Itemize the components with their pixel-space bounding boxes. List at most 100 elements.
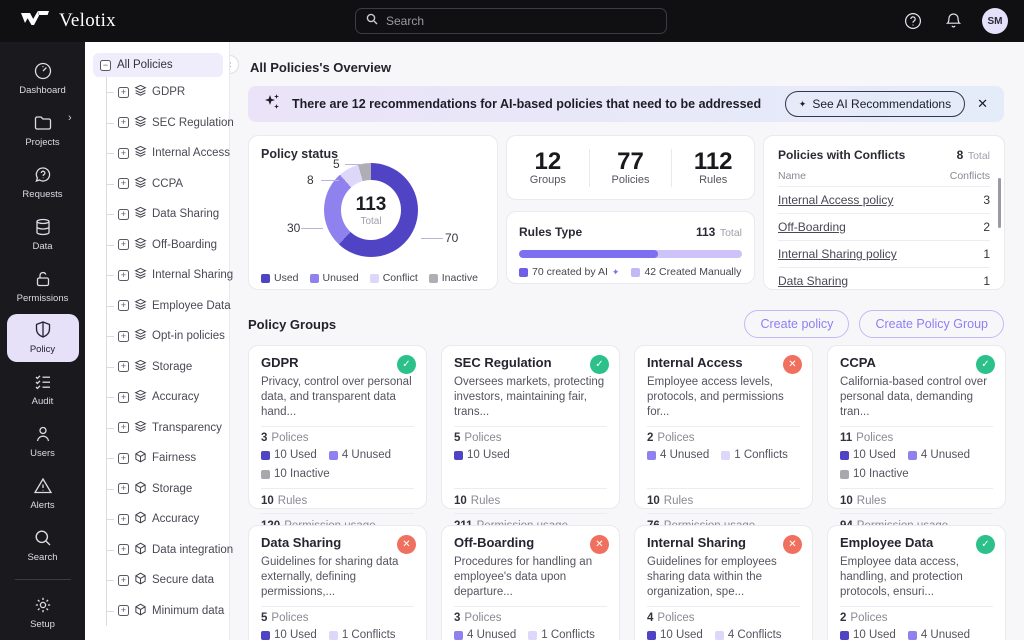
- expand-box-icon[interactable]: +: [118, 239, 129, 250]
- tree-item-gdpr[interactable]: +GDPR: [107, 77, 223, 108]
- tree-item-secure-data[interactable]: +Secure data: [107, 565, 223, 596]
- donut-label-inactive: 5: [333, 157, 340, 171]
- status-chip: 4 Unused: [329, 449, 391, 461]
- expand-box-icon[interactable]: +: [118, 605, 129, 616]
- create-policy-button[interactable]: Create policy: [744, 310, 849, 338]
- expand-box-icon[interactable]: +: [118, 300, 129, 311]
- tree-item-off-boarding[interactable]: +Off-Boarding: [107, 230, 223, 261]
- collapse-box-icon[interactable]: −: [100, 60, 111, 71]
- expand-box-icon[interactable]: +: [118, 392, 129, 403]
- expand-box-icon[interactable]: +: [118, 117, 129, 128]
- rail-item-permissions[interactable]: Permissions: [7, 262, 79, 311]
- chips-block: 4 Unused1 Conflicts: [454, 626, 607, 640]
- expand-box-icon[interactable]: +: [118, 178, 129, 189]
- tree-item-data-integration[interactable]: +Data integration: [107, 535, 223, 566]
- status-error-x-icon: [783, 535, 802, 554]
- policy-group-card-internal-access[interactable]: Internal AccessEmployee access levels, p…: [634, 345, 813, 509]
- expand-box-icon[interactable]: +: [118, 453, 129, 464]
- tree-item-internal-sharing[interactable]: +Internal Sharing: [107, 260, 223, 291]
- user-avatar[interactable]: SM: [982, 8, 1008, 34]
- tree-item-opt-in-policies[interactable]: +Opt-in policies: [107, 321, 223, 352]
- expand-box-icon[interactable]: +: [118, 361, 129, 372]
- rules-row: 10Rules: [840, 489, 993, 514]
- tree-root-all-policies[interactable]: − All Policies: [93, 53, 223, 77]
- policy-group-card-ccpa[interactable]: CCPACalifornia-based control over person…: [827, 345, 1006, 509]
- global-search[interactable]: [355, 8, 667, 34]
- see-ai-recommendations-button[interactable]: ✦ See AI Recommendations: [785, 91, 965, 117]
- tree-item-minimum-data[interactable]: +Minimum data: [107, 596, 223, 627]
- conflicts-title: Policies with Conflicts: [778, 148, 905, 162]
- expand-box-icon[interactable]: +: [118, 148, 129, 159]
- rules-type-title: Rules Type: [519, 225, 582, 239]
- expand-box-icon[interactable]: +: [118, 422, 129, 433]
- expand-box-icon[interactable]: +: [118, 270, 129, 281]
- rail-item-search[interactable]: Search: [7, 521, 79, 570]
- chips-block: 10 Used4 Unused10 Inactive: [261, 446, 414, 489]
- rail-item-requests[interactable]: Requests: [7, 158, 79, 207]
- rail-item-data[interactable]: Data: [7, 210, 79, 259]
- policy-status-donut-chart: 113 Total 5 8 30 70: [261, 164, 485, 266]
- rail-item-policy[interactable]: Policy: [7, 314, 79, 363]
- expand-box-icon[interactable]: +: [118, 87, 129, 98]
- layers-icon: [134, 420, 147, 436]
- tree-item-employee-data[interactable]: +Employee Data: [107, 291, 223, 322]
- tree-item-transparency[interactable]: +Transparency: [107, 413, 223, 444]
- status-ok-check-icon: [590, 355, 609, 374]
- donut-label-used: 70: [445, 231, 458, 245]
- expand-box-icon[interactable]: +: [118, 483, 129, 494]
- layers-icon: [134, 206, 147, 222]
- policy-group-card-employee-data[interactable]: Employee DataEmployee data access, handl…: [827, 525, 1006, 640]
- policy-group-card-off-boarding[interactable]: Off-BoardingProcedures for handling an e…: [441, 525, 620, 640]
- card-title: CCPA: [840, 355, 993, 370]
- search-input[interactable]: [386, 14, 656, 28]
- tree-item-sec-regulation[interactable]: +SEC Regulation: [107, 108, 223, 139]
- expand-box-icon[interactable]: +: [118, 544, 129, 555]
- conflict-policy-link[interactable]: Data Sharing: [778, 274, 848, 288]
- expand-box-icon[interactable]: +: [118, 209, 129, 220]
- rules-type-bar-chart: [519, 250, 742, 258]
- tree-item-storage[interactable]: +Storage: [107, 474, 223, 505]
- tree-item-data-sharing[interactable]: +Data Sharing: [107, 199, 223, 230]
- chips-block: 4 Unused1 Conflicts: [647, 446, 800, 489]
- brand[interactable]: Velotix: [0, 10, 116, 32]
- rail-item-audit[interactable]: Audit: [7, 365, 79, 414]
- polices-row: 5Polices: [261, 607, 414, 626]
- status-chip: 4 Unused: [908, 449, 970, 461]
- rail-item-setup[interactable]: Setup: [7, 588, 79, 637]
- policy-group-card-gdpr[interactable]: GDPRPrivacy, control over personal data,…: [248, 345, 427, 509]
- tree-item-internal-access[interactable]: +Internal Access: [107, 138, 223, 169]
- create-policy-group-button[interactable]: Create Policy Group: [859, 310, 1004, 338]
- polices-row: 3Polices: [454, 607, 607, 626]
- notifications-bell-icon[interactable]: [942, 10, 964, 32]
- top-bar: Velotix SM: [0, 0, 1024, 42]
- expand-box-icon[interactable]: +: [118, 331, 129, 342]
- scrollbar-thumb[interactable]: [998, 178, 1001, 228]
- conflict-policy-link[interactable]: Off-Boarding: [778, 220, 846, 234]
- expand-box-icon[interactable]: +: [118, 514, 129, 525]
- policy-group-card-sec-regulation[interactable]: SEC RegulationOversees markets, protecti…: [441, 345, 620, 509]
- tree-item-storage[interactable]: +Storage: [107, 352, 223, 383]
- help-icon[interactable]: [902, 10, 924, 32]
- layers-icon: [134, 328, 147, 344]
- polices-row: 11Polices: [840, 427, 993, 446]
- tree-item-fairness[interactable]: +Fairness: [107, 443, 223, 474]
- policy-group-card-internal-sharing[interactable]: Internal SharingGuidelines for employees…: [634, 525, 813, 640]
- main-panel: ‹ All Policies's Overview There are 12 r…: [230, 42, 1024, 640]
- conflict-policy-link[interactable]: Internal Sharing policy: [778, 247, 897, 261]
- status-chip: 10 Inactive: [261, 468, 330, 480]
- rail-item-users[interactable]: Users: [7, 417, 79, 466]
- conflict-row: Internal Sharing policy 1: [778, 241, 990, 268]
- totals-card: 12 Groups 77 Policies 112 Rules: [506, 135, 755, 200]
- rail-expand-chevron-icon[interactable]: ›: [68, 112, 72, 124]
- tree-item-accuracy[interactable]: +Accuracy: [107, 504, 223, 535]
- expand-box-icon[interactable]: +: [118, 575, 129, 586]
- rail-item-dashboard[interactable]: Dashboard: [7, 54, 79, 103]
- rail-item-alerts[interactable]: Alerts: [7, 469, 79, 518]
- conflict-policy-link[interactable]: Internal Access policy: [778, 193, 893, 207]
- rail-divider: [15, 579, 71, 580]
- policy-group-card-data-sharing[interactable]: Data SharingGuidelines for sharing data …: [248, 525, 427, 640]
- tree-item-accuracy[interactable]: +Accuracy: [107, 382, 223, 413]
- banner-close-icon[interactable]: ✕: [975, 96, 990, 112]
- chat-question-icon: [33, 165, 53, 185]
- tree-item-ccpa[interactable]: +CCPA: [107, 169, 223, 200]
